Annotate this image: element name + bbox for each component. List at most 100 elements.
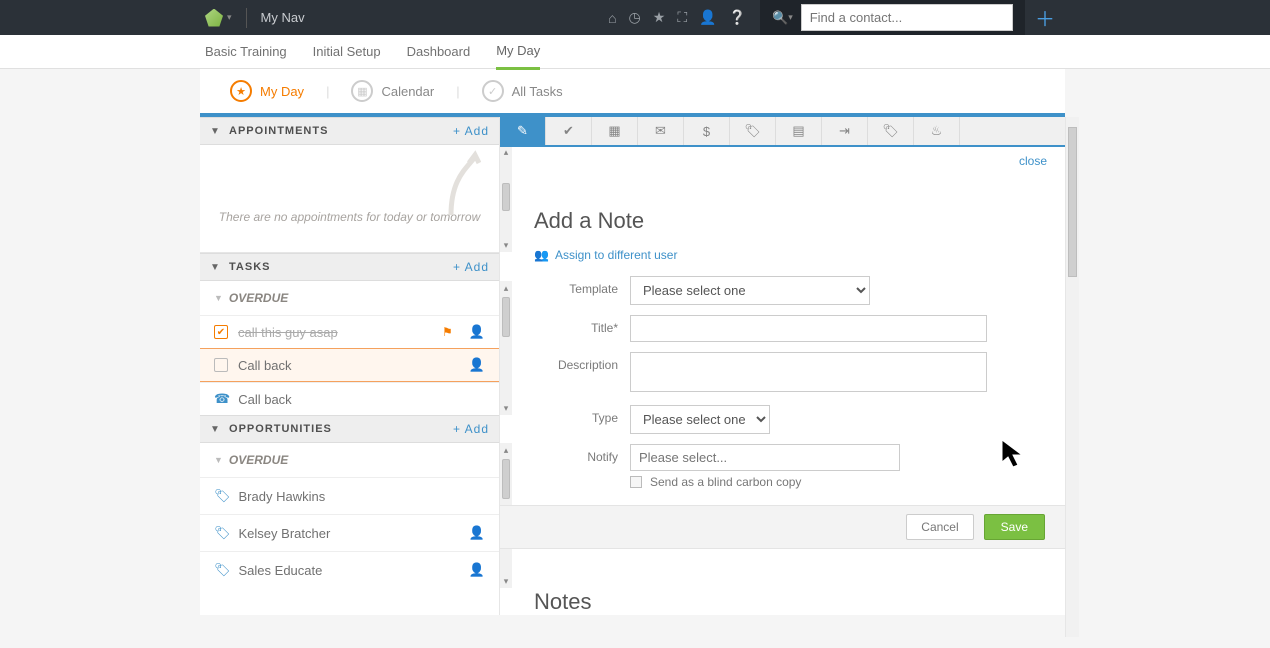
bcc-checkbox[interactable] — [630, 476, 642, 488]
global-add-button[interactable]: ＋ — [1025, 0, 1065, 35]
assignee-icon[interactable]: 👤 — [469, 357, 485, 373]
tasks-title: TASKS — [229, 261, 270, 273]
form-title: Add a Note — [534, 208, 1035, 234]
tags-icon: 🏷 — [882, 123, 899, 139]
notify-label: Notify — [534, 444, 630, 464]
collapse-toggle-icon[interactable]: ▼ — [210, 126, 221, 137]
checkbox-checked-icon[interactable]: ✔ — [214, 325, 228, 339]
subtab-my-day[interactable]: ★ My Day — [218, 80, 316, 102]
tab-money[interactable]: $ — [684, 117, 730, 145]
opportunity-label: Brady Hawkins — [239, 489, 326, 504]
tab-note[interactable]: ✎ — [500, 117, 546, 145]
users-icon: 👥 — [534, 248, 549, 262]
tab-email[interactable]: ✉ — [638, 117, 684, 145]
close-link[interactable]: close — [1019, 154, 1047, 168]
tab-fire[interactable]: ♨ — [914, 117, 960, 145]
add-hint-arrow-icon — [441, 149, 481, 217]
collapse-toggle-icon[interactable]: ▼ — [210, 262, 221, 273]
nav-dashboard[interactable]: Dashboard — [407, 35, 471, 68]
nav-basic-training[interactable]: Basic Training — [205, 35, 287, 68]
opportunities-group-overdue[interactable]: ▼OVERDUE — [200, 443, 499, 477]
app-logo-icon[interactable] — [205, 9, 223, 27]
assignee-icon[interactable]: 👤 — [469, 324, 485, 340]
envelope-icon: ✉ — [655, 123, 666, 139]
checkbox-icon[interactable] — [214, 358, 228, 372]
appointments-list: There are no appointments for today or t… — [200, 145, 499, 253]
app-menu-caret-icon[interactable]: ▾ — [227, 12, 232, 23]
assignee-icon[interactable]: 👤 — [469, 562, 485, 578]
search-icon: 🔍 — [772, 10, 788, 26]
opportunity-label: Kelsey Bratcher — [239, 526, 331, 541]
opportunities-title: OPPORTUNITIES — [229, 423, 332, 435]
tab-tag[interactable]: 🏷 — [730, 117, 776, 145]
main-nav: Basic Training Initial Setup Dashboard M… — [0, 35, 1270, 69]
tag-icon: 🏷 — [214, 562, 231, 578]
phone-icon: ☎ — [214, 391, 230, 407]
global-search[interactable]: 🔍▾ — [760, 0, 1025, 35]
calendar-icon: ▦ — [608, 123, 620, 139]
type-select[interactable]: Please select one — [630, 405, 770, 434]
opportunities-add-button[interactable]: + Add — [453, 422, 489, 436]
right-panel-scrollbar[interactable] — [1065, 117, 1079, 637]
divider — [246, 8, 247, 28]
help-icon[interactable]: ❔ — [729, 9, 746, 26]
scroll-thumb[interactable] — [1068, 127, 1077, 277]
sub-tab-bar: ★ My Day | ▦ Calendar | ✓ All Tasks — [200, 69, 1065, 117]
save-button[interactable]: Save — [984, 514, 1045, 540]
subtab-all-tasks[interactable]: ✓ All Tasks — [470, 80, 575, 102]
app-name: My Nav — [261, 10, 305, 25]
task-label: Call back — [238, 392, 291, 407]
notify-input[interactable] — [630, 444, 900, 471]
flow-icon: ⇥ — [839, 123, 850, 139]
task-row[interactable]: Call back 👤 — [200, 348, 499, 382]
nav-initial-setup[interactable]: Initial Setup — [313, 35, 381, 68]
check-icon: ✔ — [563, 123, 574, 139]
tab-card[interactable]: ▤ — [776, 117, 822, 145]
tab-tags2[interactable]: 🏷 — [868, 117, 914, 145]
type-label: Type — [534, 405, 630, 425]
dollar-icon: $ — [703, 124, 710, 139]
flag-icon[interactable]: ⚑ — [442, 325, 453, 339]
description-textarea[interactable] — [630, 352, 987, 392]
tag-icon: 🏷 — [744, 123, 761, 139]
appointments-add-button[interactable]: + Add — [453, 124, 489, 138]
action-tab-strip: ✎ ✔ ▦ ✉ $ 🏷 ▤ ⇥ 🏷 ♨ — [500, 117, 1065, 147]
title-input[interactable] — [630, 315, 987, 342]
opportunity-label: Sales Educate — [239, 563, 323, 578]
opportunities-header: ▼ OPPORTUNITIES + Add — [200, 415, 499, 443]
grid-icon[interactable]: ⛶ — [677, 9, 687, 26]
tag-icon: 🏷 — [214, 488, 231, 504]
check-circle-icon: ✓ — [482, 80, 504, 102]
subtab-calendar[interactable]: ▦ Calendar — [339, 80, 446, 102]
task-label: call this guy asap — [238, 325, 338, 340]
tab-calendar[interactable]: ▦ — [592, 117, 638, 145]
task-row[interactable]: ✔ call this guy asap ⚑ 👤 — [200, 315, 499, 348]
card-icon: ▤ — [792, 123, 804, 139]
global-topbar: ▾ My Nav ⌂ ◷ ★ ⛶ 👤 ❔ 🔍▾ ＋ — [0, 0, 1270, 35]
clock-icon[interactable]: ◷ — [629, 9, 641, 26]
opportunity-row[interactable]: 🏷 Brady Hawkins — [200, 477, 499, 514]
template-select[interactable]: Please select one — [630, 276, 870, 305]
home-icon[interactable]: ⌂ — [608, 10, 616, 26]
user-icon[interactable]: 👤 — [699, 9, 716, 26]
nav-my-day[interactable]: My Day — [496, 34, 540, 70]
star-icon[interactable]: ★ — [653, 9, 666, 26]
tag-icon: 🏷 — [214, 525, 231, 541]
calendar-circle-icon: ▦ — [351, 80, 373, 102]
tab-flow[interactable]: ⇥ — [822, 117, 868, 145]
task-row[interactable]: ☎ Call back — [200, 382, 499, 415]
opportunity-row[interactable]: 🏷 Sales Educate 👤 — [200, 551, 499, 588]
subtab-label: Calendar — [381, 84, 434, 99]
tab-task[interactable]: ✔ — [546, 117, 592, 145]
opportunities-list: ▼OVERDUE 🏷 Brady Hawkins 🏷 Kelsey Bratch… — [200, 443, 499, 588]
search-input[interactable] — [801, 4, 1013, 31]
tasks-group-overdue[interactable]: ▼OVERDUE — [200, 281, 499, 315]
opportunity-row[interactable]: 🏷 Kelsey Bratcher 👤 — [200, 514, 499, 551]
assign-user-link[interactable]: 👥 Assign to different user — [534, 248, 1035, 262]
subtab-label: My Day — [260, 84, 304, 99]
assignee-icon[interactable]: 👤 — [469, 525, 485, 541]
cancel-button[interactable]: Cancel — [906, 514, 973, 540]
collapse-toggle-icon[interactable]: ▼ — [210, 424, 221, 435]
bcc-label: Send as a blind carbon copy — [650, 475, 801, 489]
tasks-add-button[interactable]: + Add — [453, 260, 489, 274]
